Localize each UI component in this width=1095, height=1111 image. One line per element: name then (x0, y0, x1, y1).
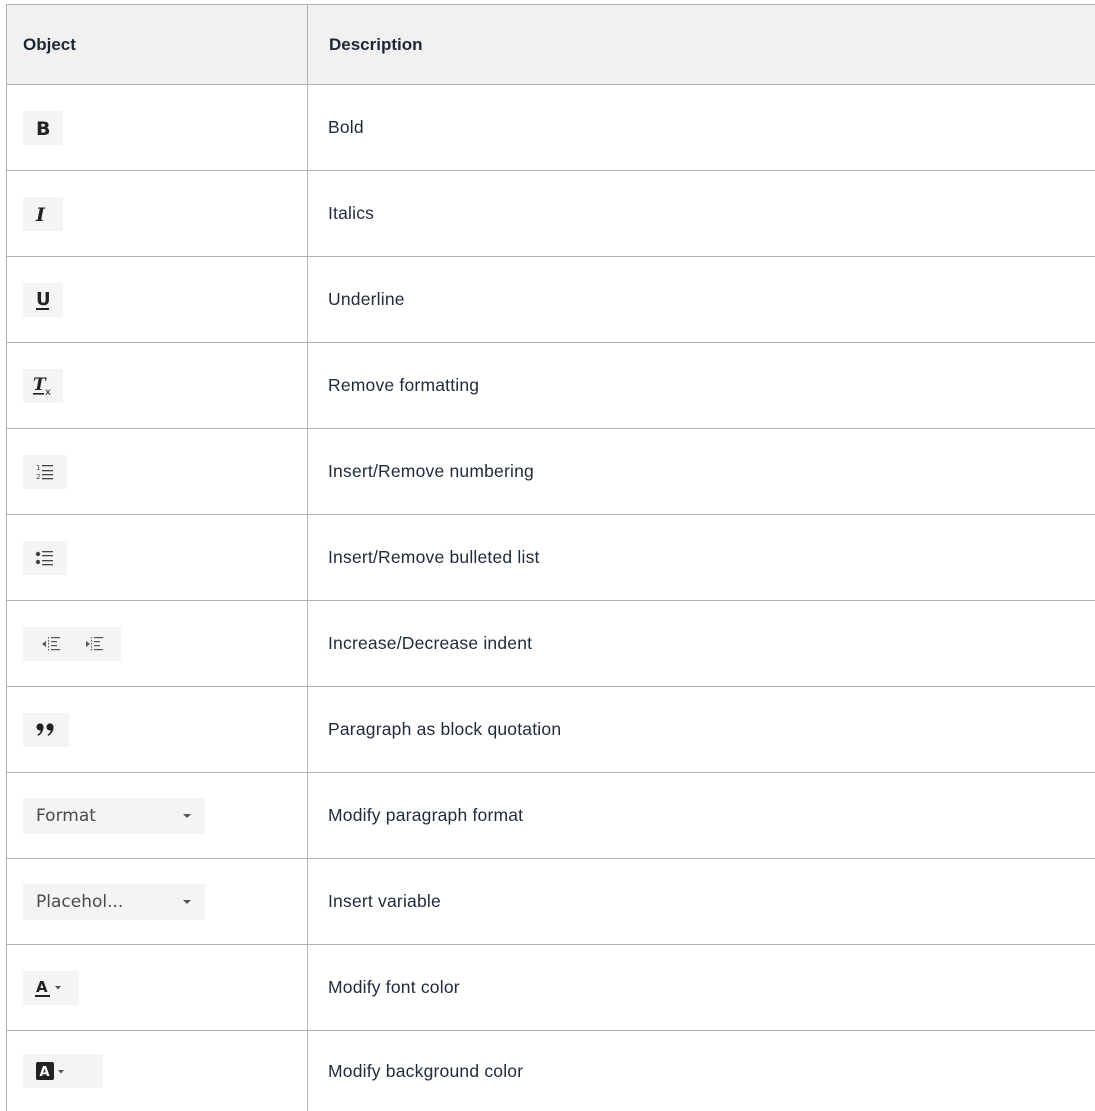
description-cell: Insert/Remove numbering (308, 429, 1095, 515)
svg-text:I: I (35, 204, 46, 224)
column-header-description: Description (308, 5, 1095, 85)
chevron-down-icon (183, 814, 191, 818)
description-cell: Modify font color (308, 945, 1095, 1031)
italic-icon[interactable]: I (23, 197, 63, 231)
object-cell: B (7, 85, 308, 171)
increase-indent-icon[interactable] (41, 635, 61, 653)
chevron-down-icon (183, 900, 191, 904)
svg-text:x: x (45, 387, 51, 397)
object-cell (7, 687, 308, 773)
column-header-object-label: Object (7, 35, 76, 54)
description-cell: Bold (308, 85, 1095, 171)
font-color-icon[interactable]: A (23, 971, 79, 1005)
description-cell: Paragraph as block quotation (308, 687, 1095, 773)
column-header-description-label: Description (308, 35, 423, 54)
object-cell (7, 515, 308, 601)
object-cell (7, 601, 308, 687)
svg-text:A: A (36, 978, 48, 996)
underline-icon[interactable]: U (23, 283, 63, 317)
svg-text:A: A (40, 1065, 50, 1080)
table-row: Paragraph as block quotation (7, 687, 1095, 773)
table-row: Tx Remove formatting (7, 343, 1095, 429)
numbered-list-icon[interactable]: 12 (23, 455, 67, 489)
svg-text:1: 1 (36, 464, 40, 472)
description-cell: Increase/Decrease indent (308, 601, 1095, 687)
table-row: Increase/Decrease indent (7, 601, 1095, 687)
description-cell: Italics (308, 171, 1095, 257)
description-cell: Insert/Remove bulleted list (308, 515, 1095, 601)
description-cell: Insert variable (308, 859, 1095, 945)
description-cell: Underline (308, 257, 1095, 343)
object-cell: U (7, 257, 308, 343)
svg-text:B: B (36, 118, 50, 138)
table-row: Placehol... Insert variable (7, 859, 1095, 945)
object-cell: I (7, 171, 308, 257)
indent-outdent-icons (23, 627, 121, 661)
table-row: I Italics (7, 171, 1095, 257)
format-dropdown[interactable]: Format (23, 798, 205, 834)
object-cell: Placehol... (7, 859, 308, 945)
description-cell: Remove formatting (308, 343, 1095, 429)
description-cell: Modify paragraph format (308, 773, 1095, 859)
table-header-row: Object Description (7, 5, 1095, 85)
block-quote-icon[interactable] (23, 713, 69, 747)
background-color-icon[interactable]: A (23, 1054, 103, 1088)
format-dropdown-label: Format (36, 806, 96, 826)
decrease-indent-icon[interactable] (84, 635, 104, 653)
object-cell: 12 (7, 429, 308, 515)
bulleted-list-icon[interactable] (23, 541, 67, 575)
object-cell: Format (7, 773, 308, 859)
object-cell: Tx (7, 343, 308, 429)
table-row: Insert/Remove bulleted list (7, 515, 1095, 601)
placeholder-dropdown[interactable]: Placehol... (23, 884, 205, 920)
table-row: U Underline (7, 257, 1095, 343)
table-row: A Modify font color (7, 945, 1095, 1031)
column-header-object: Object (7, 5, 308, 85)
placeholder-dropdown-label: Placehol... (36, 892, 123, 912)
svg-text:2: 2 (36, 473, 40, 481)
table-row: 12 Insert/Remove numbering (7, 429, 1095, 515)
object-cell: A (7, 945, 308, 1031)
remove-format-icon[interactable]: Tx (23, 369, 63, 403)
bold-icon[interactable]: B (23, 111, 63, 145)
svg-text:U: U (36, 289, 51, 310)
table-row: Format Modify paragraph format (7, 773, 1095, 859)
table-row: B Bold (7, 85, 1095, 171)
toolbar-objects-table: Object Description B Bold I Italics (6, 4, 1095, 1111)
